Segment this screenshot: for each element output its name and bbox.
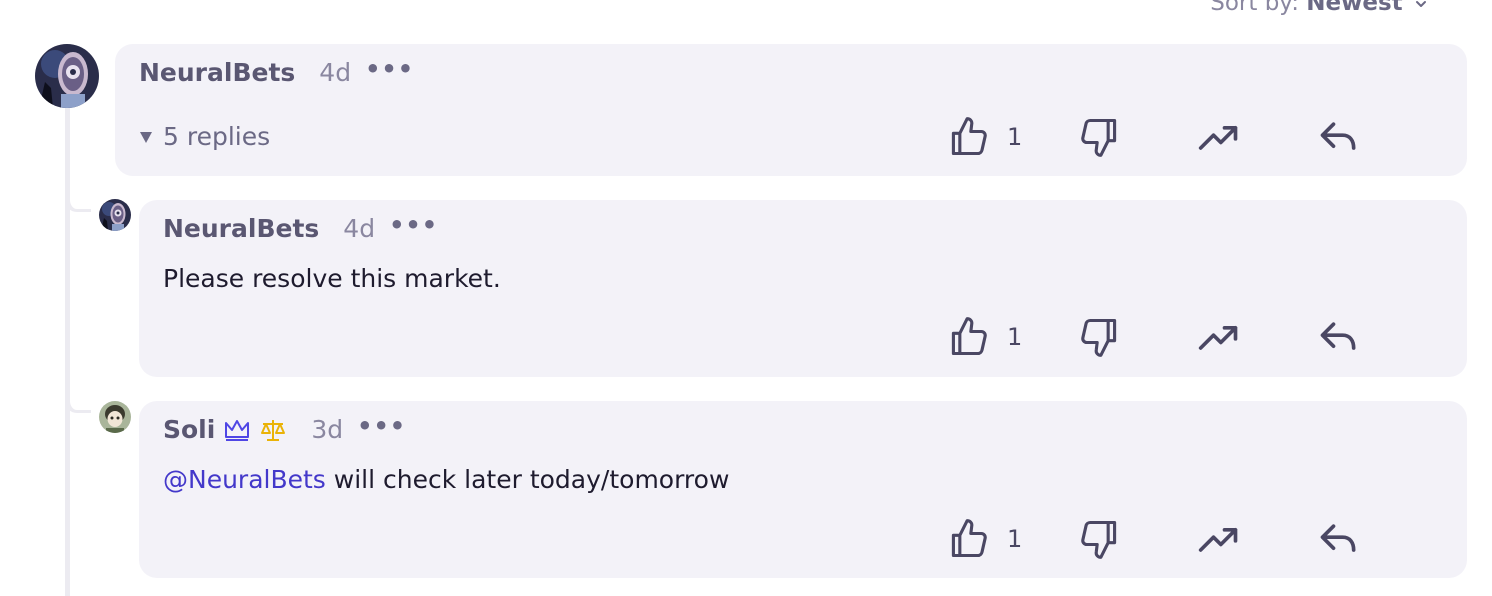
dislike-button[interactable] (1077, 112, 1121, 162)
thumbs-up-icon (951, 317, 987, 356)
comment-time[interactable]: 4d (319, 58, 351, 87)
avatar[interactable] (35, 44, 99, 108)
comment-card: NeuralBets 4d ••• 5 replies 1 (115, 44, 1467, 176)
avatar[interactable] (99, 401, 131, 433)
comment-text-body: will check later today/tomorrow (325, 465, 730, 494)
reply-button[interactable] (1317, 112, 1361, 162)
thumbs-down-icon (1081, 118, 1117, 157)
toggle-replies-button[interactable]: 5 replies (139, 122, 270, 151)
thumbs-up-icon (951, 117, 987, 156)
like-count: 1 (1007, 323, 1023, 351)
more-options-icon[interactable]: ••• (389, 211, 438, 239)
like-count: 1 (1007, 525, 1023, 553)
comment-time[interactable]: 4d (343, 214, 375, 243)
reply-button[interactable] (1317, 514, 1361, 564)
comment-text: @NeuralBets will check later today/tomor… (163, 465, 729, 494)
comment-author[interactable]: NeuralBets (163, 214, 319, 243)
user-mention-link[interactable]: @NeuralBets (163, 465, 326, 494)
replies-count: 5 replies (163, 122, 271, 151)
comment-header: NeuralBets 4d ••• (139, 55, 414, 88)
reply-button[interactable] (1317, 312, 1361, 362)
avatar[interactable] (99, 199, 131, 231)
reply-icon (1320, 322, 1356, 350)
reply-icon (1320, 524, 1356, 552)
comment-actions: 1 (947, 514, 1467, 564)
sort-label: Sort by: (1210, 0, 1299, 16)
dislike-button[interactable] (1077, 514, 1121, 564)
crown-icon (223, 417, 251, 443)
dislike-button[interactable] (1077, 312, 1121, 362)
comment-author[interactable]: Soli (163, 415, 215, 444)
comment-card: Soli 3d ••• @NeuralBets will check later… (139, 401, 1467, 578)
chevron-down-icon (1416, 0, 1426, 7)
like-button[interactable]: 1 (947, 112, 1022, 162)
thumbs-down-icon (1081, 520, 1117, 559)
more-options-icon[interactable]: ••• (365, 55, 414, 83)
comment-time[interactable]: 3d (311, 415, 343, 444)
more-options-icon[interactable]: ••• (357, 412, 406, 440)
trending-up-icon (1198, 126, 1238, 150)
comment-actions: 1 (947, 312, 1467, 362)
reply-icon (1320, 122, 1356, 150)
like-count: 1 (1007, 123, 1023, 151)
comment-actions: 1 (947, 112, 1467, 162)
comment-header: Soli 3d ••• (163, 412, 406, 445)
boost-button[interactable] (1197, 312, 1241, 362)
comment-header: NeuralBets 4d ••• (163, 211, 438, 244)
like-button[interactable]: 1 (947, 312, 1022, 362)
comment-text: Please resolve this market. (163, 264, 501, 293)
boost-button[interactable] (1197, 112, 1241, 162)
thread-branch (65, 397, 91, 413)
trending-up-icon (1198, 528, 1238, 552)
comment-card: NeuralBets 4d ••• Please resolve this ma… (139, 200, 1467, 377)
comment-author[interactable]: NeuralBets (139, 58, 295, 87)
boost-button[interactable] (1197, 514, 1241, 564)
thumbs-up-icon (951, 519, 987, 558)
thread-line (65, 108, 70, 596)
thread-branch (65, 196, 91, 212)
sort-value: Newest (1306, 0, 1403, 16)
trending-up-icon (1198, 326, 1238, 350)
like-button[interactable]: 1 (947, 514, 1022, 564)
triangle-down-icon (140, 131, 152, 143)
sort-dropdown[interactable]: Sort by: Newest (1210, 0, 1428, 16)
scales-icon (259, 417, 287, 443)
thumbs-down-icon (1081, 318, 1117, 357)
